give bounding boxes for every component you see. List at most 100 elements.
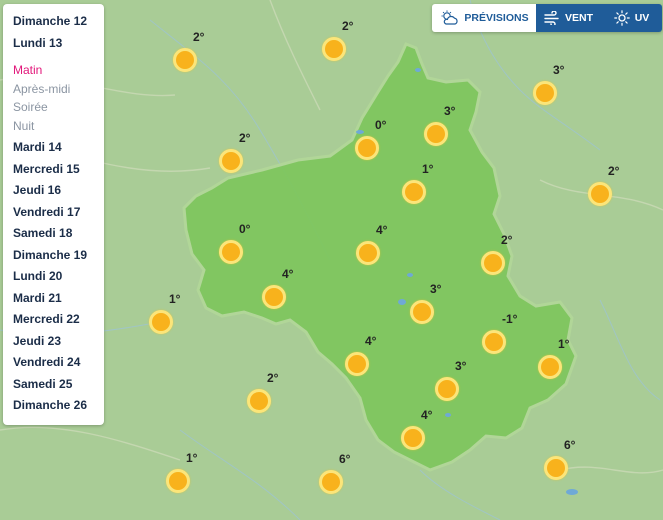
view-tabs: PRÉVISIONS VENT UV xyxy=(432,4,662,32)
sun-icon xyxy=(588,182,612,206)
temperature-label: 4° xyxy=(421,408,433,422)
city-marker[interactable]: 6° xyxy=(544,438,575,480)
city-marker[interactable]: 4° xyxy=(345,334,376,376)
city-marker[interactable]: 6° xyxy=(319,452,350,494)
city-marker[interactable]: 4° xyxy=(401,408,432,450)
sun-icon xyxy=(219,149,243,173)
period-item-nuit[interactable]: Nuit xyxy=(13,118,104,137)
sun-icon xyxy=(319,470,343,494)
city-marker[interactable]: 1° xyxy=(538,337,569,379)
temperature-label: 1° xyxy=(169,292,181,306)
day-item[interactable]: Lundi 13 xyxy=(13,35,104,57)
period-selector: Matin Après-midi Soirée Nuit xyxy=(13,62,104,136)
tab-previsions-label: PRÉVISIONS xyxy=(464,12,529,24)
sun-icon xyxy=(410,300,434,324)
sun-icon xyxy=(482,330,506,354)
temperature-label: 4° xyxy=(376,223,388,237)
tab-previsions[interactable]: PRÉVISIONS xyxy=(432,4,536,32)
temperature-label: 3° xyxy=(444,104,456,118)
sun-icon xyxy=(544,456,568,480)
tab-uv[interactable]: UV xyxy=(601,4,662,32)
uv-sun-icon xyxy=(613,10,630,26)
sun-icon xyxy=(435,377,459,401)
temperature-label: 6° xyxy=(339,452,351,466)
sun-icon xyxy=(166,469,190,493)
city-marker[interactable]: 2° xyxy=(588,164,619,206)
day-item[interactable]: Jeudi 16 xyxy=(13,182,104,204)
sun-icon xyxy=(481,251,505,275)
temperature-label: 6° xyxy=(564,438,576,452)
day-item[interactable]: Samedi 18 xyxy=(13,225,104,247)
city-marker[interactable]: 1° xyxy=(166,451,197,493)
day-item[interactable]: Samedi 25 xyxy=(13,376,104,398)
sun-icon xyxy=(149,310,173,334)
temperature-label: 0° xyxy=(375,118,387,132)
temperature-label: 0° xyxy=(239,222,251,236)
city-marker[interactable]: 4° xyxy=(262,267,293,309)
city-marker[interactable]: 3° xyxy=(533,63,564,105)
city-marker[interactable]: 0° xyxy=(219,222,250,264)
day-item[interactable]: Vendredi 24 xyxy=(13,354,104,376)
sun-icon xyxy=(322,37,346,61)
day-item[interactable]: Dimanche 12 xyxy=(13,13,104,35)
temperature-label: 2° xyxy=(342,19,354,33)
sun-icon xyxy=(538,355,562,379)
temperature-label: 2° xyxy=(501,233,513,247)
city-marker[interactable]: 2° xyxy=(481,233,512,275)
day-item[interactable]: Dimanche 19 xyxy=(13,247,104,269)
sun-icon xyxy=(219,240,243,264)
day-item[interactable]: Mercredi 15 xyxy=(13,161,104,183)
city-marker[interactable]: 3° xyxy=(410,282,441,324)
day-item[interactable]: Mardi 14 xyxy=(13,139,104,161)
city-marker[interactable]: 1° xyxy=(402,162,433,204)
sun-icon xyxy=(247,389,271,413)
temperature-label: 4° xyxy=(282,267,294,281)
temperature-label: 2° xyxy=(193,30,205,44)
tab-uv-label: UV xyxy=(634,12,650,24)
day-item[interactable]: Jeudi 23 xyxy=(13,333,104,355)
temperature-label: 1° xyxy=(422,162,434,176)
temperature-label: 2° xyxy=(267,371,279,385)
temperature-label: -1° xyxy=(502,312,518,326)
city-marker[interactable]: 1° xyxy=(149,292,180,334)
period-item-matin[interactable]: Matin xyxy=(13,62,104,81)
temperature-label: 1° xyxy=(558,337,570,351)
sun-icon xyxy=(262,285,286,309)
temperature-label: 4° xyxy=(365,334,377,348)
city-marker[interactable]: 3° xyxy=(435,359,466,401)
partly-cloudy-icon xyxy=(439,10,459,26)
city-marker[interactable]: 2° xyxy=(173,30,204,72)
day-selector: Dimanche 12 Lundi 13 Matin Après-midi So… xyxy=(3,4,104,425)
temperature-label: 2° xyxy=(608,164,620,178)
sun-icon xyxy=(173,48,197,72)
tab-vent-label: VENT xyxy=(564,12,593,24)
day-item[interactable]: Mardi 21 xyxy=(13,290,104,312)
sun-icon xyxy=(402,180,426,204)
wind-icon xyxy=(544,11,560,25)
temperature-label: 1° xyxy=(186,451,198,465)
sun-icon xyxy=(355,136,379,160)
day-item[interactable]: Mercredi 22 xyxy=(13,311,104,333)
day-item[interactable]: Lundi 20 xyxy=(13,268,104,290)
city-marker[interactable]: 2° xyxy=(219,131,250,173)
period-item-apres-midi[interactable]: Après-midi xyxy=(13,81,104,100)
temperature-label: 2° xyxy=(239,131,251,145)
day-item[interactable]: Dimanche 26 xyxy=(13,397,104,419)
sun-icon xyxy=(356,241,380,265)
period-item-soiree[interactable]: Soirée xyxy=(13,99,104,118)
temperature-label: 3° xyxy=(553,63,565,77)
sun-icon xyxy=(533,81,557,105)
city-marker[interactable]: -1° xyxy=(482,312,517,354)
sun-icon xyxy=(345,352,369,376)
city-marker[interactable]: 4° xyxy=(356,223,387,265)
day-item[interactable]: Vendredi 17 xyxy=(13,204,104,226)
city-marker[interactable]: 3° xyxy=(424,104,455,146)
city-marker[interactable]: 2° xyxy=(247,371,278,413)
city-marker[interactable]: 0° xyxy=(355,118,386,160)
temperature-label: 3° xyxy=(455,359,467,373)
tab-vent[interactable]: VENT xyxy=(536,4,601,32)
sun-icon xyxy=(424,122,448,146)
sun-icon xyxy=(401,426,425,450)
temperature-label: 3° xyxy=(430,282,442,296)
city-marker[interactable]: 2° xyxy=(322,19,353,61)
